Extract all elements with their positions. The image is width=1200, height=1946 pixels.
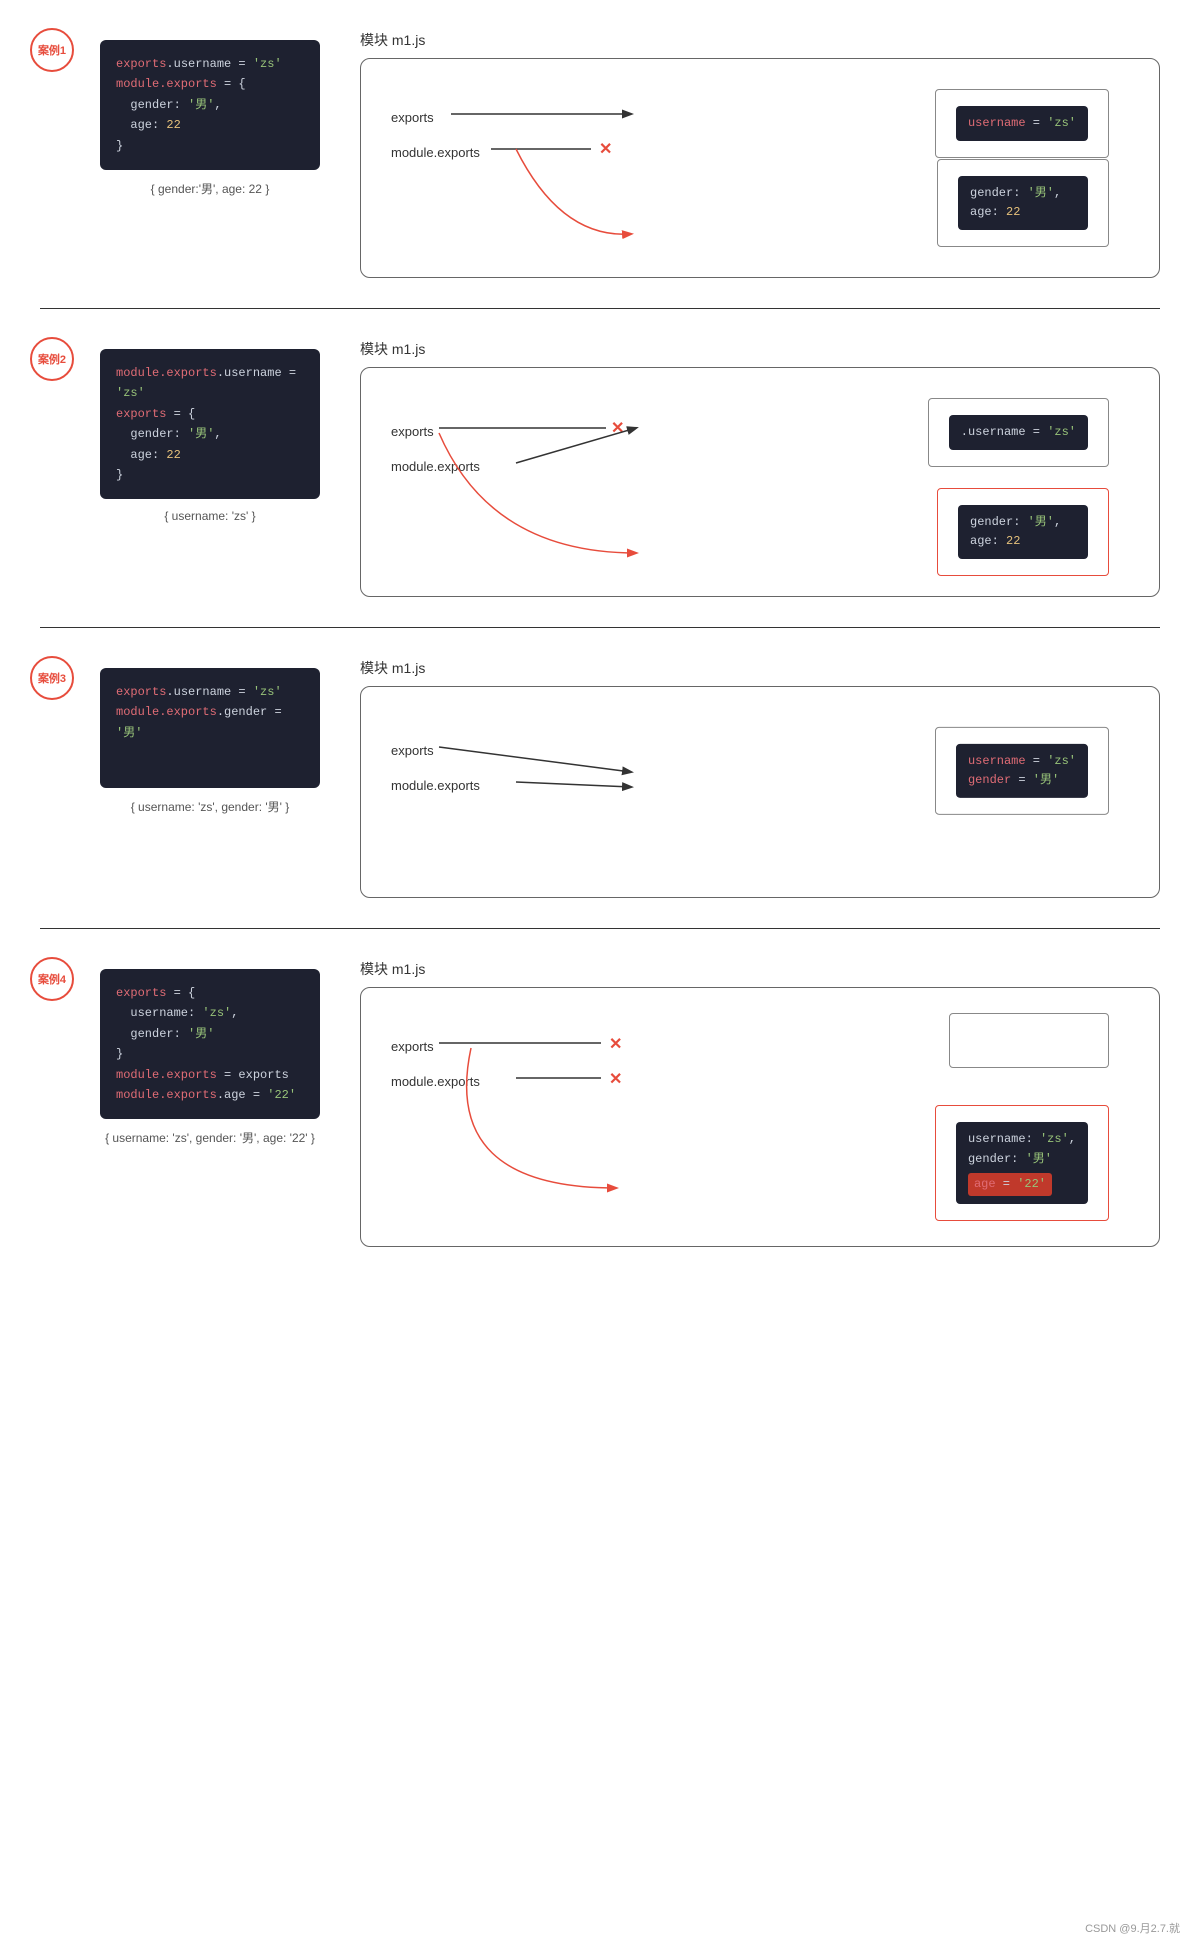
exports-label-case2: exports	[391, 423, 434, 441]
diagram-case3: 模块 m1.js exports module.exports username…	[360, 658, 1160, 898]
code-line: exports = {	[116, 404, 304, 424]
code-line: }	[116, 136, 304, 156]
diagram-case2: 模块 m1.js exports module.exports .usernam…	[360, 339, 1160, 597]
data-box-case1-bottom: gender: '男', age: 22	[937, 159, 1109, 247]
module-exports-label-case4: module.exports	[391, 1073, 480, 1091]
svg-text:✕: ✕	[609, 1036, 622, 1053]
code-line: module.exports.username = 'zs'	[116, 363, 304, 404]
data-box-case1-top: username = 'zs'	[935, 89, 1109, 158]
badge-case3: 案例3	[30, 656, 74, 700]
badge-case1: 案例1	[30, 28, 74, 72]
data-box-content-case4: username: 'zs', gender: '男' age = '22'	[956, 1122, 1088, 1204]
diagram-case4: 模块 m1.js exports module.exports username…	[360, 959, 1160, 1247]
section-case2: 案例2 module.exports.username = 'zs' expor…	[0, 309, 1200, 628]
exports-label-case3: exports	[391, 742, 434, 760]
section-case4-content: 案例4 exports = { username: 'zs', gender: …	[0, 929, 1200, 1277]
left-side-case1: exports.username = 'zs' module.exports =…	[100, 30, 320, 278]
code-line: age: 22	[116, 445, 304, 465]
code-line: module.exports = {	[116, 74, 304, 94]
data-box-content-case3: username = 'zs' gender = '男'	[956, 744, 1088, 798]
diagram-case1: 模块 m1.js exports module.exports username…	[360, 30, 1160, 278]
badge-case4: 案例4	[30, 957, 74, 1001]
code-panel-case4: exports = { username: 'zs', gender: '男' …	[100, 969, 320, 1119]
module-exports-label-case1: module.exports	[391, 144, 480, 162]
data-box-content-case1-bottom: gender: '男', age: 22	[958, 176, 1088, 230]
section-case1-content: 案例1 exports.username = 'zs' module.expor…	[0, 0, 1200, 308]
left-side-case2: module.exports.username = 'zs' exports =…	[100, 339, 320, 597]
module-title-case3: 模块 m1.js	[360, 658, 1160, 678]
module-title-case1: 模块 m1.js	[360, 30, 1160, 50]
data-box-case3: username = 'zs' gender = '男'	[935, 727, 1109, 815]
caption-case3: { username: 'zs', gender: '男' }	[131, 798, 290, 815]
svg-text:✕: ✕	[611, 420, 624, 437]
section-case3: 案例3 exports.username = 'zs' module.expor…	[0, 628, 1200, 929]
data-box-content-case2-bottom: gender: '男', age: 22	[958, 505, 1088, 559]
caption-case1: { gender:'男', age: 22 }	[151, 180, 270, 197]
section-case2-content: 案例2 module.exports.username = 'zs' expor…	[0, 309, 1200, 627]
section-case4: 案例4 exports = { username: 'zs', gender: …	[0, 929, 1200, 1277]
module-exports-label-case2: module.exports	[391, 458, 480, 476]
module-exports-label-case3: module.exports	[391, 777, 480, 795]
section-case1: 案例1 exports.username = 'zs' module.expor…	[0, 0, 1200, 309]
data-box-content-case1-top: username = 'zs'	[956, 106, 1088, 141]
code-line: username: 'zs',	[116, 1003, 304, 1023]
data-box-case2-top: .username = 'zs'	[928, 398, 1109, 467]
code-panel-case1: exports.username = 'zs' module.exports =…	[100, 40, 320, 170]
data-box-content-case2-top: .username = 'zs'	[949, 415, 1088, 450]
module-box-case2: exports module.exports .username = 'zs'	[360, 367, 1160, 597]
module-title-case2: 模块 m1.js	[360, 339, 1160, 359]
code-line: module.exports = exports	[116, 1065, 304, 1085]
svg-text:✕: ✕	[609, 1071, 622, 1088]
watermark: CSDN @9.月2.7.就	[1085, 1920, 1180, 1936]
badge-case2: 案例2	[30, 337, 74, 381]
code-line: exports.username = 'zs'	[116, 54, 304, 74]
code-panel-case2: module.exports.username = 'zs' exports =…	[100, 349, 320, 499]
module-box-case3: exports module.exports username = 'zs' g…	[360, 686, 1160, 898]
caption-case4: { username: 'zs', gender: '男', age: '22'…	[105, 1129, 315, 1146]
caption-case2: { username: 'zs' }	[164, 509, 255, 523]
data-box-case2-bottom: gender: '男', age: 22	[937, 488, 1109, 576]
module-box-case4: exports module.exports username: 'zs', g…	[360, 987, 1160, 1247]
exports-label-case4: exports	[391, 1038, 434, 1056]
svg-text:✕: ✕	[599, 141, 612, 158]
module-box-case1: exports module.exports username = 'zs'	[360, 58, 1160, 278]
empty-box-case4	[949, 1013, 1109, 1068]
exports-label-case1: exports	[391, 109, 434, 127]
code-line: age: 22	[116, 115, 304, 135]
code-line: exports.username = 'zs'	[116, 682, 304, 702]
code-line: module.exports.age = '22'	[116, 1085, 304, 1105]
code-line: gender: '男',	[116, 424, 304, 444]
code-panel-case3: exports.username = 'zs' module.exports.g…	[100, 668, 320, 788]
code-line: }	[116, 465, 304, 485]
module-title-case4: 模块 m1.js	[360, 959, 1160, 979]
code-line: gender: '男',	[116, 95, 304, 115]
code-line: gender: '男'	[116, 1024, 304, 1044]
section-case3-content: 案例3 exports.username = 'zs' module.expor…	[0, 628, 1200, 928]
data-box-case4-bottom: username: 'zs', gender: '男' age = '22'	[935, 1105, 1109, 1221]
code-line: }	[116, 1044, 304, 1064]
left-side-case3: exports.username = 'zs' module.exports.g…	[100, 658, 320, 898]
left-side-case4: exports = { username: 'zs', gender: '男' …	[100, 959, 320, 1247]
code-line: module.exports.gender = '男'	[116, 702, 304, 743]
code-line: exports = {	[116, 983, 304, 1003]
